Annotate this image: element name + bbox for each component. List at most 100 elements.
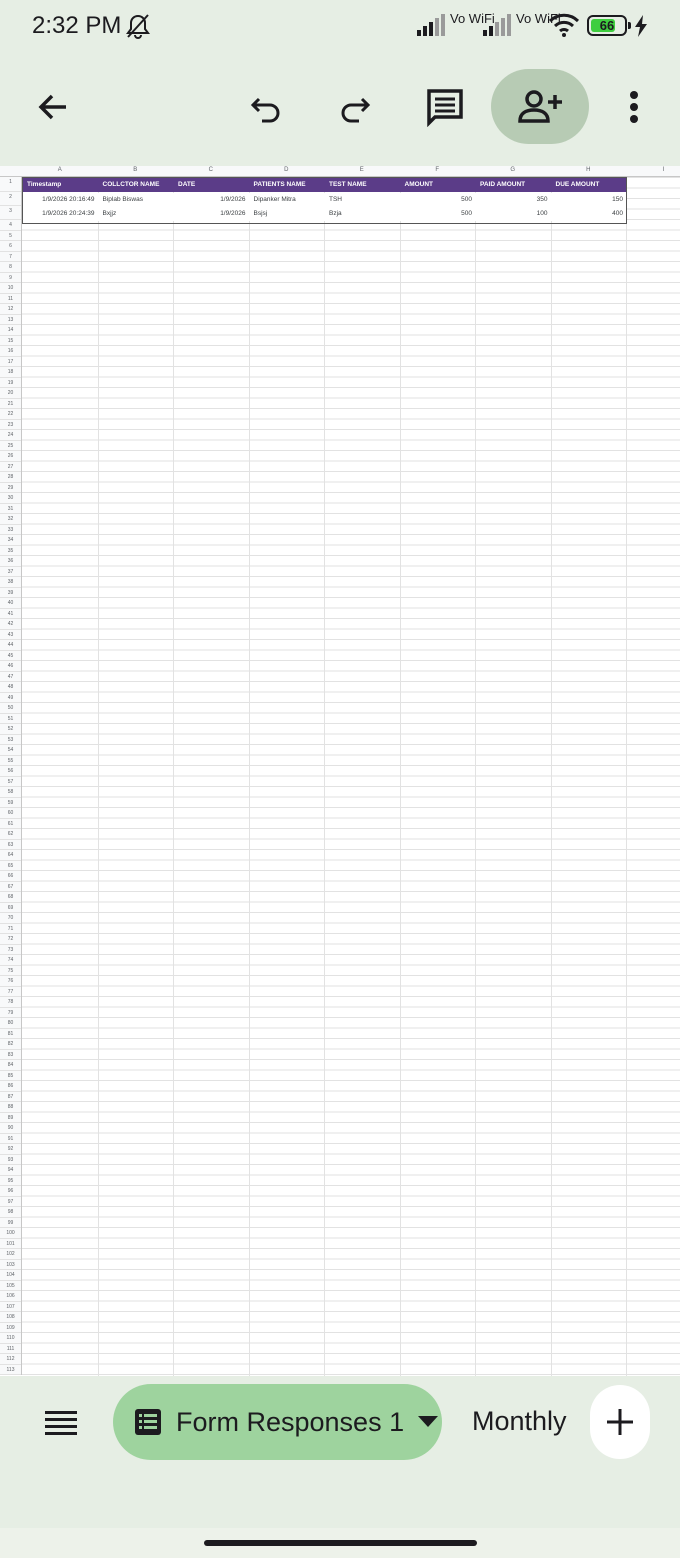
column-letter[interactable]: H — [551, 167, 627, 173]
row-number[interactable]: 29 — [0, 483, 21, 493]
row-number[interactable]: 15 — [0, 336, 21, 346]
row-number[interactable]: 14 — [0, 325, 21, 336]
row-number[interactable]: 65 — [0, 861, 21, 871]
row-number[interactable]: 9 — [0, 273, 21, 283]
row-number[interactable]: 92 — [0, 1144, 21, 1155]
table-cell[interactable]: 1/9/2026 20:16:49 — [23, 193, 99, 207]
row-number[interactable]: 81 — [0, 1029, 21, 1039]
row-number[interactable]: 26 — [0, 451, 21, 462]
more-options-button[interactable] — [614, 80, 654, 134]
row-number[interactable]: 21 — [0, 399, 21, 409]
row-number[interactable]: 48 — [0, 682, 21, 693]
row-number[interactable]: 42 — [0, 619, 21, 630]
row-number[interactable]: 10 — [0, 283, 21, 294]
row-number[interactable]: 107 — [0, 1302, 21, 1312]
row-number[interactable]: 41 — [0, 609, 21, 619]
share-button[interactable] — [491, 69, 589, 144]
row-number[interactable]: 18 — [0, 367, 21, 378]
row-number[interactable]: 63 — [0, 840, 21, 850]
row-number[interactable]: 57 — [0, 777, 21, 787]
sheets-list-button[interactable] — [36, 1398, 86, 1448]
row-number[interactable]: 27 — [0, 462, 21, 472]
row-number[interactable]: 93 — [0, 1155, 21, 1165]
row-number[interactable]: 112 — [0, 1354, 21, 1365]
row-number[interactable]: 31 — [0, 504, 21, 514]
row-number[interactable]: 108 — [0, 1312, 21, 1323]
row-number[interactable]: 101 — [0, 1239, 21, 1249]
table-cell[interactable]: 400 — [552, 207, 628, 221]
row-number[interactable]: 98 — [0, 1207, 21, 1218]
table-cell[interactable]: Bxjjz — [99, 207, 175, 221]
table-cell[interactable]: 100 — [476, 207, 552, 221]
column-letter[interactable]: B — [98, 167, 174, 173]
row-number[interactable]: 96 — [0, 1186, 21, 1197]
table-cell[interactable]: 150 — [552, 193, 628, 207]
row-number[interactable]: 72 — [0, 934, 21, 945]
row-number[interactable]: 69 — [0, 903, 21, 913]
row-number[interactable]: 13 — [0, 315, 21, 325]
row-number[interactable]: 54 — [0, 745, 21, 756]
row-number[interactable]: 113 — [0, 1365, 21, 1375]
dropdown-arrow-icon[interactable] — [418, 1416, 439, 1428]
table-cell[interactable]: 1/9/2026 — [174, 207, 250, 221]
table-cell[interactable]: Dipanker Mitra — [250, 193, 326, 207]
row-number[interactable]: 22 — [0, 409, 21, 420]
row-number[interactable]: 88 — [0, 1102, 21, 1113]
row-number[interactable]: 43 — [0, 630, 21, 640]
row-number[interactable]: 78 — [0, 997, 21, 1008]
row-number[interactable]: 91 — [0, 1134, 21, 1144]
row-number[interactable]: 59 — [0, 798, 21, 808]
row-number[interactable]: 105 — [0, 1281, 21, 1291]
column-letter[interactable]: I — [626, 167, 680, 173]
row-number[interactable]: 36 — [0, 556, 21, 567]
row-number[interactable]: 64 — [0, 850, 21, 861]
table-cell[interactable]: Biplab Biswas — [99, 193, 175, 207]
row-number[interactable]: 3 — [0, 206, 21, 220]
table-header-row[interactable]: Timestamp COLLCTOR NAME DATE PATIENTS NAME T… — [23, 178, 627, 192]
header-cell[interactable]: DUE AMOUNT — [552, 178, 628, 192]
header-cell[interactable]: Timestamp — [23, 178, 99, 192]
row-number[interactable]: 30 — [0, 493, 21, 504]
table-cell[interactable]: 1/9/2026 — [174, 193, 250, 207]
table-cell[interactable]: TSH — [325, 193, 401, 207]
row-number[interactable]: 97 — [0, 1197, 21, 1207]
row-number[interactable]: 50 — [0, 703, 21, 714]
row-number[interactable]: 6 — [0, 241, 21, 252]
row-number[interactable]: 55 — [0, 756, 21, 766]
column-letter[interactable]: G — [475, 167, 551, 173]
home-handle[interactable] — [204, 1540, 477, 1546]
row-number[interactable]: 104 — [0, 1270, 21, 1281]
header-cell[interactable]: PAID AMOUNT — [476, 178, 552, 192]
header-cell[interactable]: COLLCTOR NAME — [99, 178, 175, 192]
row-number[interactable]: 52 — [0, 724, 21, 735]
row-number[interactable]: 76 — [0, 976, 21, 987]
column-letter[interactable]: A — [22, 167, 98, 173]
column-letter[interactable]: F — [400, 167, 476, 173]
cell-grid[interactable] — [22, 177, 680, 1376]
row-number[interactable]: 85 — [0, 1071, 21, 1081]
row-number[interactable]: 20 — [0, 388, 21, 399]
spreadsheet-grid[interactable]: ABCDEFGHI 1 2 3 4 5 6 7 8 9 10 11 12 13 14 15 16 17 18 19 2… — [0, 166, 680, 1376]
row-number[interactable]: 86 — [0, 1081, 21, 1092]
row-number[interactable]: 82 — [0, 1039, 21, 1050]
row-number[interactable]: 90 — [0, 1123, 21, 1134]
row-number[interactable]: 83 — [0, 1050, 21, 1060]
column-letter[interactable]: D — [249, 167, 325, 173]
row-number[interactable]: 34 — [0, 535, 21, 546]
row-number[interactable]: 51 — [0, 714, 21, 724]
row-number[interactable]: 74 — [0, 955, 21, 966]
row-number[interactable]: 33 — [0, 525, 21, 535]
row-number[interactable]: 103 — [0, 1260, 21, 1270]
header-cell[interactable]: AMOUNT — [401, 178, 477, 192]
row-number[interactable]: 49 — [0, 693, 21, 703]
row-number[interactable]: 89 — [0, 1113, 21, 1123]
row-number[interactable]: 95 — [0, 1176, 21, 1186]
back-button[interactable] — [26, 80, 80, 134]
row-number[interactable]: 40 — [0, 598, 21, 609]
row-number[interactable]: 37 — [0, 567, 21, 577]
row-number[interactable]: 99 — [0, 1218, 21, 1228]
row-number[interactable]: 70 — [0, 913, 21, 924]
row-number[interactable]: 87 — [0, 1092, 21, 1102]
table-cell[interactable]: 500 — [401, 207, 477, 221]
row-number[interactable]: 1 — [0, 177, 21, 192]
